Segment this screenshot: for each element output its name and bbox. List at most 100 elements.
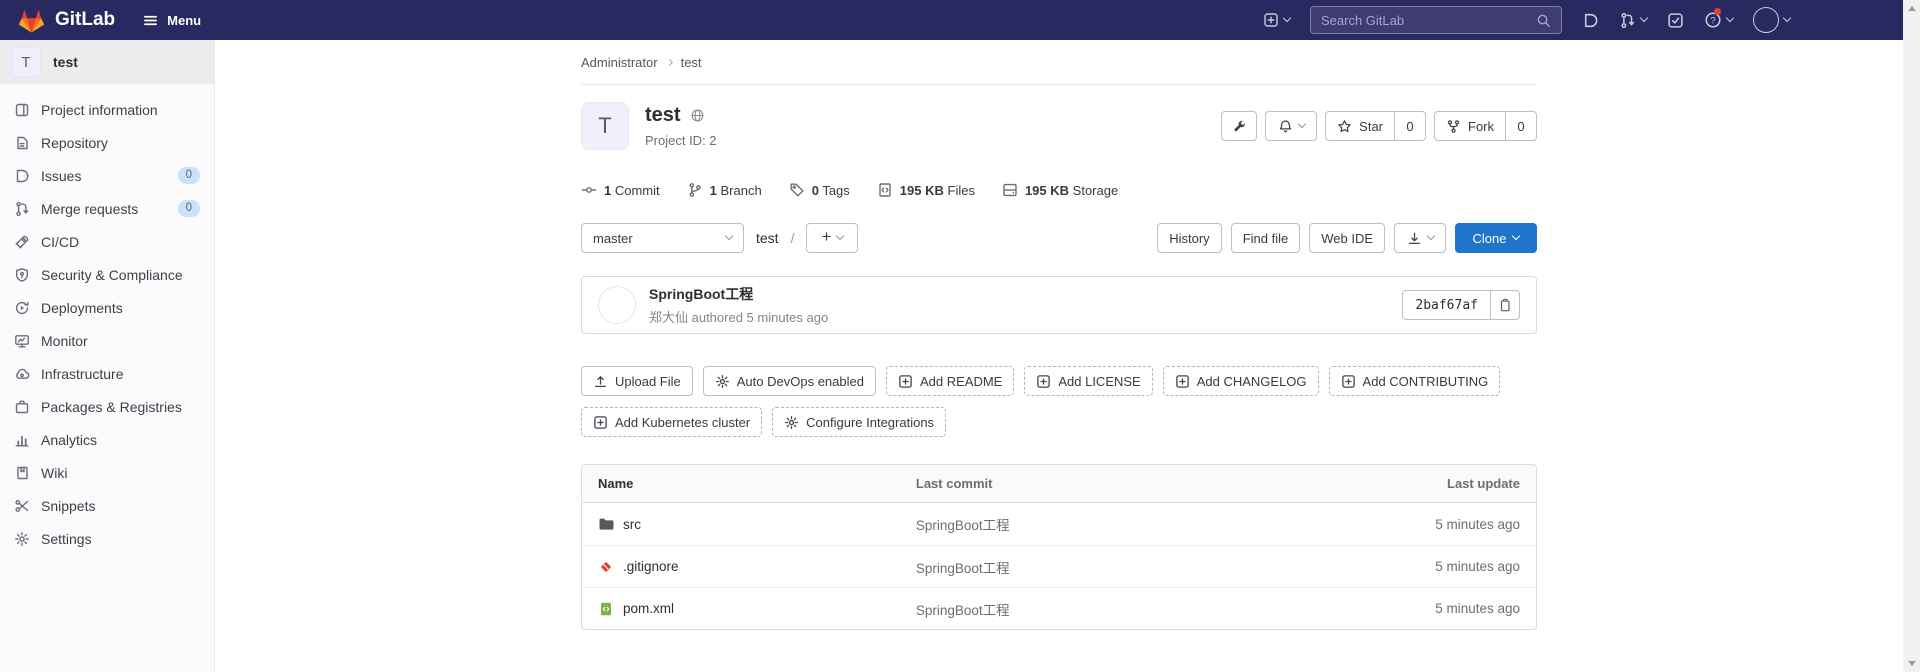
quick-actions-row-2: Add Kubernetes cluster Configure Integra… bbox=[581, 407, 1537, 437]
file-name-link[interactable]: src bbox=[623, 517, 641, 532]
find-file-button[interactable]: Find file bbox=[1231, 223, 1301, 253]
sidebar-item-wiki[interactable]: Wiki bbox=[0, 456, 214, 489]
quick-actions-row-1: Upload File Auto DevOps enabled Add READ… bbox=[581, 366, 1537, 396]
sidebar-item-infrastructure[interactable]: Infrastructure bbox=[0, 357, 214, 390]
fork-count[interactable]: 0 bbox=[1505, 111, 1537, 141]
top-navbar: GitLab Menu bbox=[0, 0, 1920, 40]
file-name-link[interactable]: pom.xml bbox=[623, 601, 674, 616]
breadcrumb: Administrator test bbox=[581, 40, 1537, 85]
chevron-down-icon bbox=[1297, 120, 1305, 128]
page-scrollbar[interactable] bbox=[1903, 0, 1920, 672]
chevron-down-icon bbox=[725, 232, 733, 240]
todo-check-icon bbox=[1667, 12, 1684, 29]
menu-button[interactable]: Menu bbox=[143, 13, 201, 28]
plus-icon: + bbox=[822, 227, 832, 247]
todos-nav-button[interactable] bbox=[1667, 12, 1684, 29]
bell-icon bbox=[1278, 119, 1293, 134]
sidebar-item-deployments[interactable]: Deployments bbox=[0, 291, 214, 324]
storage-icon bbox=[1002, 182, 1018, 198]
add-contributing-button[interactable]: Add CONTRIBUTING bbox=[1329, 366, 1501, 396]
folder-icon bbox=[598, 516, 614, 532]
table-row-gitignore[interactable]: .gitignore SpringBoot工程 5 minutes ago bbox=[582, 545, 1536, 587]
upload-icon bbox=[593, 374, 608, 389]
plus-square-icon bbox=[593, 415, 608, 430]
fork-button[interactable]: Fork bbox=[1434, 111, 1506, 141]
merge-requests-nav-button[interactable] bbox=[1619, 12, 1647, 29]
commit-meta: 郑大仙 authored 5 minutes ago bbox=[649, 307, 828, 326]
plus-square-icon bbox=[1036, 374, 1051, 389]
history-button[interactable]: History bbox=[1157, 223, 1221, 253]
user-avatar bbox=[1753, 7, 1779, 33]
chevron-down-icon bbox=[1783, 14, 1791, 22]
branch-selector[interactable]: master bbox=[581, 223, 744, 253]
sidebar-item-repository[interactable]: Repository bbox=[0, 126, 214, 159]
chevron-down-icon bbox=[1283, 14, 1291, 22]
add-changelog-button[interactable]: Add CHANGELOG bbox=[1163, 366, 1319, 396]
sidebar-item-monitor[interactable]: Monitor bbox=[0, 324, 214, 357]
copy-sha-button[interactable] bbox=[1490, 290, 1520, 320]
sidebar-item-packages-registries[interactable]: Packages & Registries bbox=[0, 390, 214, 423]
sidebar-item-issues[interactable]: Issues 0 bbox=[0, 159, 214, 192]
add-kubernetes-cluster-button[interactable]: Add Kubernetes cluster bbox=[581, 407, 762, 437]
add-file-dropdown[interactable]: + bbox=[806, 223, 858, 253]
sidebar-nav: Project information Repository Issues 0 … bbox=[0, 84, 214, 555]
commit-sha: 2baf67af bbox=[1402, 290, 1491, 320]
download-dropdown[interactable] bbox=[1394, 223, 1446, 253]
add-license-button[interactable]: Add LICENSE bbox=[1024, 366, 1152, 396]
sidebar-item-analytics[interactable]: Analytics bbox=[0, 423, 214, 456]
clone-dropdown[interactable]: Clone bbox=[1455, 223, 1537, 253]
notification-dot bbox=[1714, 8, 1721, 15]
auto-devops-button[interactable]: Auto DevOps enabled bbox=[703, 366, 876, 396]
stat-commits[interactable]: 1 Commit bbox=[581, 182, 660, 198]
file-name-link[interactable]: .gitignore bbox=[623, 559, 679, 574]
sidebar-item-cicd[interactable]: CI/CD bbox=[0, 225, 214, 258]
stat-files[interactable]: 195 KB Files bbox=[877, 182, 975, 198]
sidebar-item-settings[interactable]: Settings bbox=[0, 522, 214, 555]
last-update-text: 5 minutes ago bbox=[1345, 559, 1536, 574]
sidebar-project-context[interactable]: T test bbox=[0, 40, 214, 84]
scroll-up-arrow-icon[interactable] bbox=[1908, 6, 1916, 11]
search-input[interactable] bbox=[1321, 13, 1536, 28]
upload-file-button[interactable]: Upload File bbox=[581, 366, 693, 396]
commit-message-link[interactable]: SpringBoot工程 bbox=[916, 518, 1010, 533]
web-ide-button[interactable]: Web IDE bbox=[1309, 223, 1385, 253]
table-row-pomxml[interactable]: pom.xml SpringBoot工程 5 minutes ago bbox=[582, 587, 1536, 629]
scissors-icon bbox=[14, 498, 30, 514]
download-icon bbox=[1407, 231, 1422, 246]
project-title: test bbox=[645, 104, 681, 127]
breadcrumb-current[interactable]: test bbox=[681, 55, 702, 70]
search-icon bbox=[1536, 13, 1551, 28]
issues-icon bbox=[1582, 12, 1599, 29]
stat-branches[interactable]: 1 Branch bbox=[687, 182, 762, 198]
configure-integrations-button[interactable]: Configure Integrations bbox=[772, 407, 946, 437]
path-project-link[interactable]: test bbox=[756, 230, 779, 246]
scroll-down-arrow-icon[interactable] bbox=[1908, 661, 1916, 666]
stat-storage[interactable]: 195 KB Storage bbox=[1002, 182, 1118, 198]
project-id: Project ID: 2 bbox=[645, 133, 717, 148]
star-button[interactable]: Star bbox=[1325, 111, 1395, 141]
sidebar-item-security-compliance[interactable]: Security & Compliance bbox=[0, 258, 214, 291]
user-menu-button[interactable] bbox=[1753, 7, 1790, 33]
table-row-src[interactable]: src SpringBoot工程 5 minutes ago bbox=[582, 503, 1536, 545]
notification-bell-button[interactable] bbox=[1265, 111, 1317, 141]
sidebar-item-snippets[interactable]: Snippets bbox=[0, 489, 214, 522]
stat-tags[interactable]: 0 Tags bbox=[789, 182, 850, 198]
plus-square-icon bbox=[898, 374, 913, 389]
search-box bbox=[1310, 6, 1562, 34]
sidebar-item-project-information[interactable]: Project information bbox=[0, 93, 214, 126]
svg-text:?: ? bbox=[1710, 15, 1715, 26]
new-item-dropdown[interactable] bbox=[1263, 12, 1290, 28]
help-menu-button[interactable]: ? bbox=[1704, 11, 1733, 29]
commit-message-link[interactable]: SpringBoot工程 bbox=[916, 561, 1010, 576]
issues-nav-button[interactable] bbox=[1582, 12, 1599, 29]
fork-button-group: Fork 0 bbox=[1434, 111, 1537, 141]
commit-title-link[interactable]: SpringBoot工程 bbox=[649, 284, 828, 304]
gitlab-home-link[interactable]: GitLab bbox=[18, 8, 115, 33]
star-count[interactable]: 0 bbox=[1394, 111, 1426, 141]
admin-wrench-button[interactable] bbox=[1221, 111, 1257, 141]
commit-message-link[interactable]: SpringBoot工程 bbox=[916, 603, 1010, 618]
add-readme-button[interactable]: Add README bbox=[886, 366, 1014, 396]
sidebar-item-merge-requests[interactable]: Merge requests 0 bbox=[0, 192, 214, 225]
breadcrumb-administrator-link[interactable]: Administrator bbox=[581, 55, 658, 70]
cloud-gear-icon bbox=[14, 366, 30, 382]
